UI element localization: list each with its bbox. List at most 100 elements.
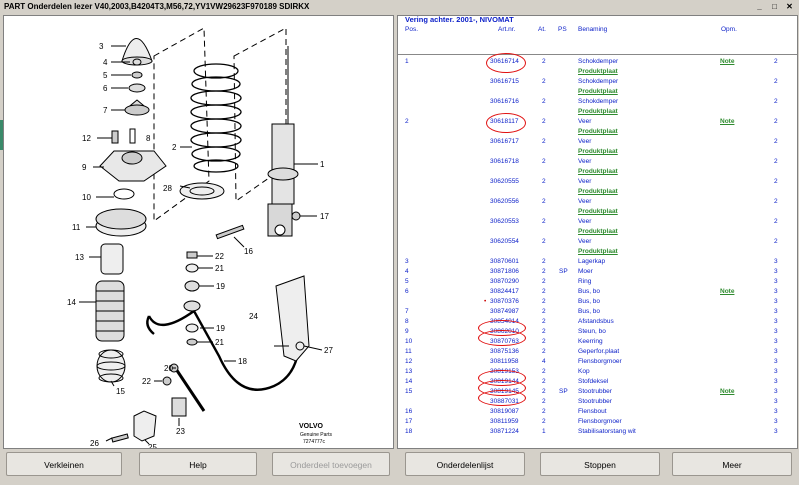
product-plate-row[interactable]: Produktplaat — [398, 227, 797, 237]
exploded-diagram-panel[interactable]: 3 4 5 6 7 12 8 9 10 11 13 14 15 2 28 1 1… — [3, 15, 394, 449]
parts-row[interactable]: 8 30854014 2 Afstandsbus 3 — [398, 317, 797, 327]
parts-list-button[interactable]: Onderdelenlijst — [405, 452, 525, 476]
parts-row[interactable]: 30620553 2 Veer 2 — [398, 217, 797, 227]
parts-row[interactable]: 1 30616714 2 Schokdemper Note 2 — [398, 57, 797, 67]
cell-ben: Schokdemper — [578, 98, 619, 105]
callout-10: 10 — [82, 193, 91, 202]
cell-q: 2 — [774, 138, 778, 145]
cell-ben[interactable]: Produktplaat — [578, 147, 618, 157]
parts-row[interactable]: 7 30874987 2 Bus, bo 3 — [398, 307, 797, 317]
close-button[interactable]: ✕ — [784, 2, 795, 12]
cell-q: 3 — [774, 408, 778, 415]
cell-opm[interactable]: Note — [720, 117, 734, 127]
title-bar: PART Onderdelen lezer V40,2003,B4204T3,M… — [0, 0, 799, 14]
cell-ben[interactable]: Produktplaat — [578, 187, 618, 197]
cell-ps: SP — [559, 268, 568, 275]
cell-at: 2 — [542, 218, 546, 225]
cell-opm[interactable]: Note — [720, 57, 734, 67]
callout-3: 3 — [99, 42, 104, 51]
callout-19: 19 — [216, 282, 225, 291]
product-plate-row[interactable]: Produktplaat — [398, 187, 797, 197]
product-plate-row[interactable]: Produktplaat — [398, 207, 797, 217]
cell-ben: Afstandsbus — [578, 318, 614, 325]
cell-ben: Moer — [578, 268, 593, 275]
add-part-button[interactable]: Onderdeel toevoegen — [272, 452, 390, 476]
cell-ben: Bus, bo — [578, 308, 601, 315]
cell-pos: 2 — [405, 118, 409, 125]
callout-22: 22 — [215, 252, 224, 261]
maximize-button[interactable]: □ — [769, 2, 780, 12]
cell-opm[interactable]: Note — [720, 287, 734, 297]
parts-row[interactable]: 16 30819087 2 Flensbout 3 — [398, 407, 797, 417]
cell-ben[interactable]: Produktplaat — [578, 227, 618, 237]
cell-ben: Steun, bo — [578, 328, 606, 335]
parts-row[interactable]: 3 30870601 2 Lagerkap 3 — [398, 257, 797, 267]
cell-q: 3 — [774, 368, 778, 375]
product-plate-row[interactable]: Produktplaat — [398, 67, 797, 77]
product-plate-row[interactable]: Produktplaat — [398, 167, 797, 177]
callout-20: 20 — [164, 364, 173, 373]
cell-ben[interactable]: Produktplaat — [578, 167, 618, 177]
cell-q: 3 — [774, 348, 778, 355]
stop-button[interactable]: Stoppen — [540, 452, 660, 476]
parts-row[interactable]: 2 30618117 2 Veer Note 2 — [398, 117, 797, 127]
parts-row[interactable]: 5 30870290 2 Ring 3 — [398, 277, 797, 287]
more-button[interactable]: Meer — [672, 452, 792, 476]
parts-row[interactable]: 30616715 2 Schokdemper 2 — [398, 77, 797, 87]
cell-q: 3 — [774, 278, 778, 285]
verkleinen-button[interactable]: Verkleinen — [6, 452, 122, 476]
callout-12: 12 — [82, 134, 91, 143]
cell-at: 2 — [542, 298, 546, 305]
parts-row[interactable]: 30616716 2 Schokdemper 2 — [398, 97, 797, 107]
parts-row[interactable]: 11 30875136 2 Geperfor.plaat 3 — [398, 347, 797, 357]
cell-ben[interactable]: Produktplaat — [578, 247, 618, 257]
parts-list-panel: Vering achter. 2001-, NIVOMAT Pos. Art.n… — [397, 15, 798, 449]
cell-pos: 6 — [405, 288, 409, 295]
parts-row[interactable]: 30616718 2 Veer 2 — [398, 157, 797, 167]
product-plate-row[interactable]: Produktplaat — [398, 127, 797, 137]
cell-pos: 15 — [405, 388, 413, 395]
parts-row[interactable]: 4 30871806 2 SP Moer 3 — [398, 267, 797, 277]
parts-row[interactable]: 10 30870763 2 Keerring 3 — [398, 337, 797, 347]
cell-q: 2 — [774, 58, 778, 65]
cell-q: 2 — [774, 198, 778, 205]
cell-at: 2 — [542, 318, 546, 325]
product-plate-row[interactable]: Produktplaat — [398, 247, 797, 257]
cell-art: 30811959 — [490, 418, 519, 425]
parts-row[interactable]: 30616717 2 Veer 2 — [398, 137, 797, 147]
product-plate-row[interactable]: Produktplaat — [398, 107, 797, 117]
parts-row[interactable]: 14 30819144 2 Stofdeksel 3 — [398, 377, 797, 387]
cell-ben[interactable]: Produktplaat — [578, 67, 618, 77]
parts-row[interactable]: 18 30871224 1 Stabilisatorstang wit 3 — [398, 427, 797, 437]
callout-24: 24 — [249, 312, 258, 321]
parts-row[interactable]: 30620555 2 Veer 2 — [398, 177, 797, 187]
cell-ben[interactable]: Produktplaat — [578, 107, 618, 117]
cell-ben[interactable]: Produktplaat — [578, 87, 618, 97]
parts-row[interactable]: 30870376 2 Bus, bo 3 • — [398, 297, 797, 307]
parts-row[interactable]: 30620554 2 Veer 2 — [398, 237, 797, 247]
parts-row[interactable]: 9 30862010 2 Steun, bo 3 — [398, 327, 797, 337]
cell-ben[interactable]: Produktplaat — [578, 127, 618, 137]
parts-row[interactable]: 30620556 2 Veer 2 — [398, 197, 797, 207]
parts-row[interactable]: 17 30811959 2 Flensborgmoer 3 — [398, 417, 797, 427]
parts-row[interactable]: 15 30819145 2 SP Stootrubber Note 3 — [398, 387, 797, 397]
parts-row[interactable]: 6 30824417 2 Bus, bo Note 3 — [398, 287, 797, 297]
cell-ben[interactable]: Produktplaat — [578, 207, 618, 217]
parts-row[interactable]: 12 30811958 4 Flensborgmoer 3 — [398, 357, 797, 367]
column-ps: PS — [558, 26, 567, 33]
cell-ben: Stabilisatorstang wit — [578, 428, 636, 435]
help-button[interactable]: Help — [139, 452, 257, 476]
cell-ben: Stootrubber — [578, 388, 612, 395]
cell-opm[interactable]: Note — [720, 387, 734, 397]
cell-art: 30620555 — [490, 178, 519, 185]
cell-ben: Keerring — [578, 338, 603, 345]
cell-pos: 10 — [405, 338, 413, 345]
cell-q: 3 — [774, 298, 778, 305]
product-plate-row[interactable]: Produktplaat — [398, 87, 797, 97]
cell-pos: 16 — [405, 408, 413, 415]
cell-ben: Veer — [578, 158, 592, 165]
minimize-button[interactable]: _ — [754, 2, 765, 12]
parts-row[interactable]: 30887031 2 Stootrubber 3 — [398, 397, 797, 407]
parts-row[interactable]: 13 30819153 2 Kop 3 — [398, 367, 797, 377]
product-plate-row[interactable]: Produktplaat — [398, 147, 797, 157]
